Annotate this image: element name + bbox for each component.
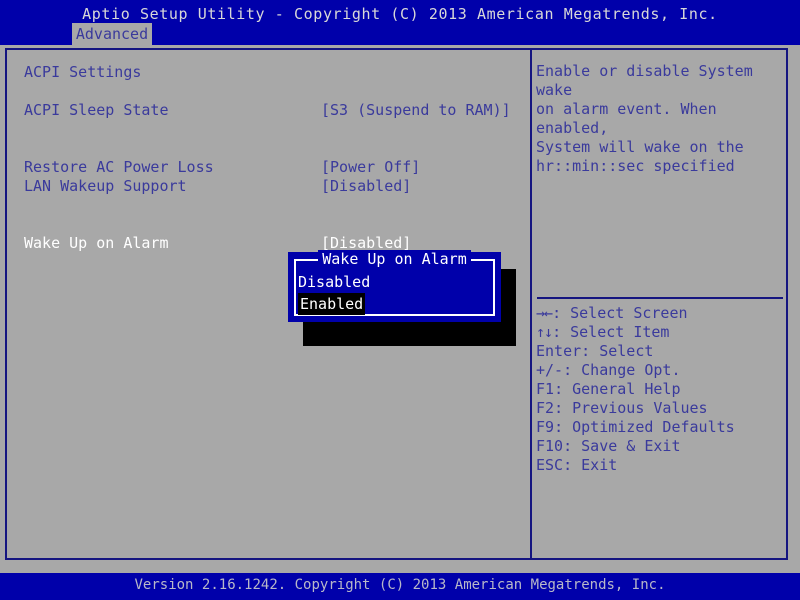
wake-up-on-alarm-dialog[interactable]: Wake Up on Alarm Disabled Enabled [288, 252, 501, 322]
setting-value[interactable]: [S3 (Suspend to RAM)] [321, 101, 511, 120]
key-legend-item: F2: Previous Values [536, 399, 782, 418]
dialog-option-enabled[interactable]: Enabled [298, 293, 365, 315]
tab-advanced[interactable]: Advanced [72, 23, 152, 45]
key-legend-item: +/-: Change Opt. [536, 361, 782, 380]
key-legend-item: F9: Optimized Defaults [536, 418, 782, 437]
setting-value[interactable]: [Power Off] [321, 158, 420, 177]
arrow-left-right-icon: →← [536, 304, 552, 322]
key-name: F1 [536, 380, 554, 398]
table-row[interactable]: ACPI Sleep State [S3 (Suspend to RAM)] [24, 101, 504, 120]
key-legend: →←: Select Screen ↑↓: Select Item Enter:… [536, 304, 782, 475]
key-name: Enter [536, 342, 581, 360]
dialog-option-disabled[interactable]: Disabled [298, 271, 370, 293]
key-legend-item: ESC: Exit [536, 456, 782, 475]
key-action: Select Item [570, 323, 669, 341]
setting-value[interactable]: [Disabled] [321, 177, 411, 196]
dialog-option-list: Disabled Enabled [298, 271, 488, 315]
table-row[interactable]: Restore AC Power Loss [Power Off] [24, 158, 504, 177]
key-action: Previous Values [572, 399, 707, 417]
key-action: Select [599, 342, 653, 360]
table-row[interactable]: LAN Wakeup Support [Disabled] [24, 177, 504, 196]
version-text: Version 2.16.1242. Copyright (C) 2013 Am… [0, 577, 800, 593]
key-action: Exit [581, 456, 617, 474]
key-name: F10 [536, 437, 563, 455]
key-name: F2 [536, 399, 554, 417]
key-action: Select Screen [570, 304, 687, 322]
key-action: Change Opt. [581, 361, 680, 379]
help-divider [537, 297, 783, 299]
key-legend-item: F10: Save & Exit [536, 437, 782, 456]
key-name: F9 [536, 418, 554, 436]
dialog-title: Wake Up on Alarm [288, 252, 501, 267]
bios-setup-screen: Aptio Setup Utility - Copyright (C) 2013… [0, 0, 800, 600]
key-name: +/- [536, 361, 563, 379]
section-title: ACPI Settings [24, 62, 504, 82]
key-action: Optimized Defaults [572, 418, 735, 436]
settings-list: ACPI Settings ACPI Sleep State [S3 (Susp… [24, 62, 504, 253]
key-action: Save & Exit [581, 437, 680, 455]
key-legend-item: ↑↓: Select Item [536, 323, 782, 342]
setting-label: LAN Wakeup Support [24, 177, 187, 196]
help-description: Enable or disable System wake on alarm e… [536, 62, 782, 176]
page-title: Aptio Setup Utility - Copyright (C) 2013… [0, 5, 800, 23]
key-legend-item: →←: Select Screen [536, 304, 782, 323]
key-legend-item: F1: General Help [536, 380, 782, 399]
key-name: ESC [536, 456, 563, 474]
key-action: General Help [572, 380, 680, 398]
footer-bar: Version 2.16.1242. Copyright (C) 2013 Am… [0, 573, 800, 600]
setting-label: Wake Up on Alarm [24, 234, 169, 253]
setting-label: ACPI Sleep State [24, 101, 169, 120]
key-legend-item: Enter: Select [536, 342, 782, 361]
setting-label: Restore AC Power Loss [24, 158, 214, 177]
arrow-up-down-icon: ↑↓ [536, 323, 552, 341]
